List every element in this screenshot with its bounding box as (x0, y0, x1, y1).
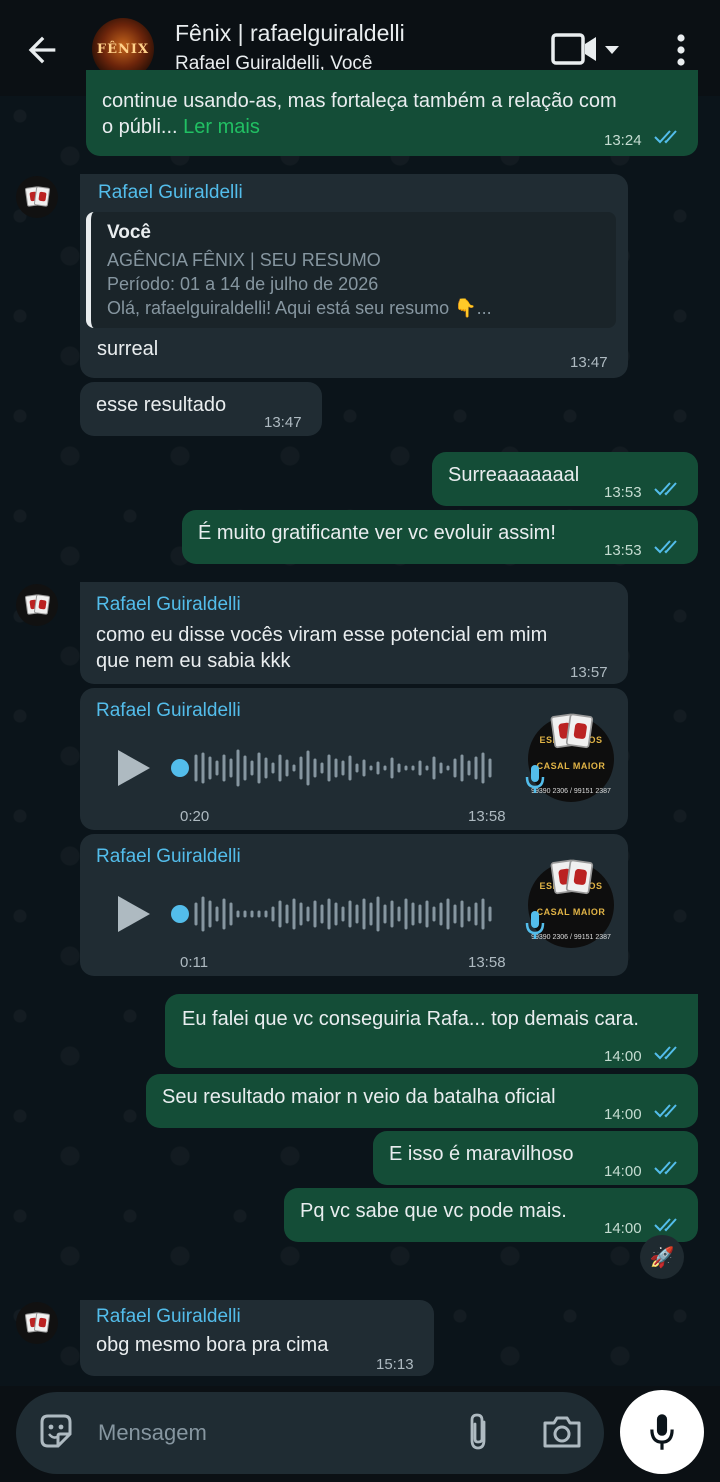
chat-title: Fênix | rafaelguiraldelli (175, 20, 405, 46)
sender-name: Rafael Guiraldelli (96, 594, 241, 615)
message-text: E isso é maravilhoso (389, 1143, 574, 1165)
message-text: É muito gratificante ver vc evoluir assi… (198, 522, 556, 544)
message-outgoing[interactable]: Seu resultado maior n veio da batalha of… (146, 1074, 698, 1128)
message-incoming[interactable]: esse resultado 13:47 (80, 382, 322, 436)
message-time: 13:58 (468, 954, 506, 971)
message-text: Surreaaaaaaal (448, 464, 580, 486)
read-more-link[interactable]: Ler mais (183, 116, 260, 138)
message-outgoing[interactable]: Surreaaaaaaal 13:53 (432, 452, 698, 506)
message-text: continue usando-as, mas fortaleça também… (102, 90, 617, 112)
message-time: 13:57 (570, 664, 608, 681)
voice-waveform[interactable] (170, 894, 506, 934)
read-ticks-icon (654, 1218, 677, 1232)
message-time: 13:47 (264, 414, 302, 431)
message-time: 14:00 (604, 1048, 642, 1065)
voice-message[interactable]: Rafael Guiraldelli 0:11 13:58 ESPETINHOS… (80, 834, 628, 976)
back-arrow-icon[interactable] (22, 30, 62, 70)
message-time: 14:00 (604, 1163, 642, 1180)
message-time: 13:53 (604, 484, 642, 501)
voice-waveform[interactable] (170, 748, 506, 788)
message-incoming[interactable]: Rafael Guiraldelli obg mesmo bora pra ci… (80, 1300, 434, 1376)
message-time: 14:00 (604, 1220, 642, 1237)
message-text: Seu resultado maior n veio da batalha of… (162, 1086, 556, 1108)
message-time: 13:24 (604, 132, 642, 149)
sender-name: Rafael Guiraldelli (98, 182, 243, 203)
play-icon[interactable] (112, 748, 152, 788)
video-call-icon[interactable] (550, 32, 624, 66)
message-text-cont: o públi... (102, 116, 178, 138)
attach-icon[interactable] (464, 1412, 494, 1452)
voice-record-button[interactable] (620, 1390, 704, 1474)
read-ticks-icon (654, 1046, 677, 1060)
sender-avatar[interactable] (16, 584, 58, 626)
playing-cards-icon (24, 1312, 51, 1334)
read-ticks-icon (654, 540, 677, 554)
message-outgoing[interactable]: Eu falei que vc conseguiria Rafa... top … (165, 994, 698, 1068)
avatar-brand-text: CASAL MAIOR (536, 761, 606, 771)
play-icon[interactable] (112, 894, 152, 934)
playing-cards-icon (24, 186, 51, 208)
rocket-icon: 🚀 (649, 1246, 675, 1269)
chat-title-area[interactable]: Fênix | rafaelguiraldelli Rafael Guirald… (175, 20, 405, 75)
playing-cards-icon (24, 594, 51, 616)
message-text: obg mesmo bora pra cima (96, 1334, 329, 1356)
quoted-author: Você (107, 222, 152, 243)
avatar-brand-text: CASAL MAIOR (536, 907, 606, 917)
microphone-icon (650, 1414, 674, 1450)
message-text-cont: que nem eu sabia kkk (96, 650, 291, 672)
quoted-line: Período: 01 a 14 de julho de 2026 (107, 274, 379, 294)
read-ticks-icon (654, 130, 677, 144)
message-text: esse resultado (96, 394, 227, 416)
message-time: 13:53 (604, 542, 642, 559)
reaction-badge[interactable]: 🚀 (640, 1235, 684, 1279)
read-ticks-icon (654, 1104, 677, 1118)
more-options-icon[interactable] (668, 30, 694, 70)
read-ticks-icon (654, 482, 677, 496)
message-time: 15:13 (376, 1356, 414, 1373)
quoted-message[interactable]: Você AGÊNCIA FÊNIX | SEU RESUMO Período:… (86, 212, 616, 328)
group-avatar-logo-text: FÊNIX (96, 41, 150, 57)
message-outgoing[interactable]: continue usando-as, mas fortaleça também… (86, 70, 698, 156)
voice-duration: 0:20 (180, 808, 210, 825)
microphone-icon (525, 911, 545, 939)
quoted-line: AGÊNCIA FÊNIX | SEU RESUMO (107, 250, 381, 270)
message-text: como eu disse vocês viram esse potencial… (96, 624, 548, 646)
message-outgoing[interactable]: Pq vc sabe que vc pode mais. 14:00 (284, 1188, 698, 1242)
voice-duration: 0:11 (180, 954, 209, 971)
message-composer[interactable]: Mensagem (16, 1392, 604, 1474)
message-outgoing[interactable]: E isso é maravilhoso 14:00 (373, 1131, 698, 1185)
message-input[interactable]: Mensagem (98, 1420, 207, 1446)
sender-avatar[interactable] (16, 176, 58, 218)
quoted-line: Olá, rafaelguiraldelli! Aqui está seu re… (107, 298, 492, 318)
read-ticks-icon (654, 1161, 677, 1175)
message-text: surreal (97, 338, 159, 360)
sticker-icon[interactable] (36, 1412, 76, 1452)
camera-icon[interactable] (542, 1414, 582, 1450)
microphone-icon (525, 765, 545, 793)
message-time: 13:47 (570, 354, 608, 371)
sender-name: Rafael Guiraldelli (96, 846, 241, 867)
sender-avatar[interactable] (16, 1302, 58, 1344)
message-text: Pq vc sabe que vc pode mais. (300, 1200, 567, 1222)
message-time: 13:58 (468, 808, 506, 825)
sender-name: Rafael Guiraldelli (96, 700, 241, 721)
message-incoming[interactable]: Rafael Guiraldelli como eu disse vocês v… (80, 582, 628, 684)
sender-name: Rafael Guiraldelli (96, 1306, 241, 1327)
message-outgoing[interactable]: É muito gratificante ver vc evoluir assi… (182, 510, 698, 564)
message-text: Eu falei que vc conseguiria Rafa... top … (182, 1008, 639, 1030)
message-time: 14:00 (604, 1106, 642, 1123)
voice-message[interactable]: Rafael Guiraldelli 0:20 13:58 ESPETINHOS… (80, 688, 628, 830)
